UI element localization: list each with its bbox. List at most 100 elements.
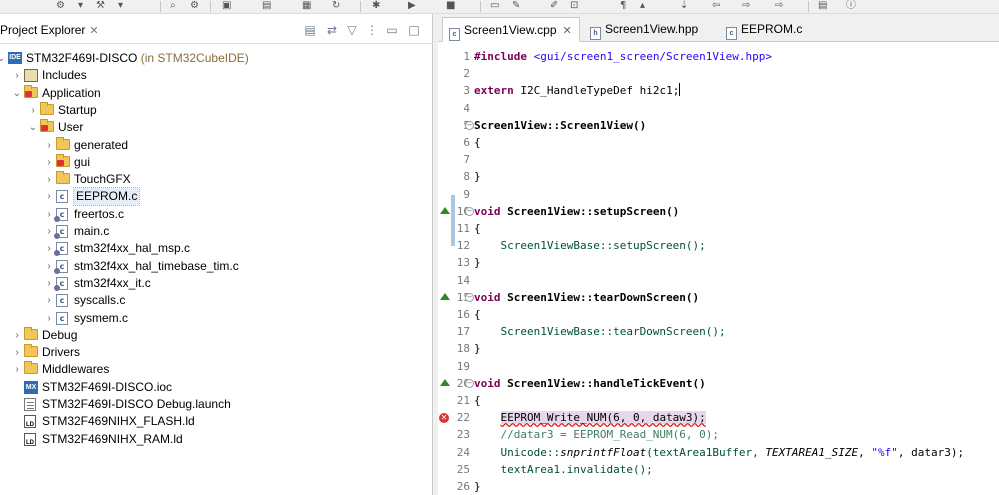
code-line[interactable]: Unicode::snprintfFloat(textArea1Buffer, … (474, 444, 964, 461)
tab-screen1view-cpp[interactable]: c Screen1View.cpp ✕ (442, 17, 580, 42)
chevron-right-icon[interactable]: › (12, 67, 22, 84)
refresh-icon[interactable]: ↻ (332, 0, 340, 12)
tab-project-explorer[interactable]: Project Explorer ✕ (0, 19, 99, 44)
chevron-right-icon[interactable]: › (44, 188, 54, 205)
code-line[interactable]: { (474, 220, 481, 237)
perspective-icon[interactable]: ▤ (818, 0, 827, 12)
tab-screen1view-hpp[interactable]: h Screen1View.hpp (584, 17, 714, 42)
code-line[interactable]: Screen1View::Screen1View() (474, 117, 646, 134)
tab-eeprom-c[interactable]: c EEPROM.c (720, 17, 830, 42)
forward-icon[interactable]: ⇨ (742, 0, 750, 12)
tree-item[interactable]: MX STM32F469I-DISCO.ioc (0, 379, 433, 396)
tree-item[interactable]: › c stm32f4xx_hal_msp.c (0, 240, 433, 257)
tree-item[interactable]: › c main.c (0, 223, 433, 240)
code-line[interactable]: void Screen1View::setupScreen() (474, 203, 679, 220)
editor-gutter[interactable]: 1234567891011121314151617181920212223242… (438, 42, 474, 495)
code-line[interactable]: Screen1ViewBase::setupScreen(); (474, 237, 705, 254)
pin-icon[interactable]: ¶ (620, 0, 626, 12)
folder-icon[interactable]: ▤ (262, 0, 271, 12)
build-icon[interactable]: ⚙ (56, 0, 65, 12)
chevron-right-icon[interactable]: › (44, 240, 54, 257)
collapse-all-icon[interactable]: ▤ (301, 21, 319, 39)
code-line[interactable]: //datar3 = EEPROM_Read_NUM(6, 0); (474, 426, 719, 443)
link-editor-icon[interactable]: ⇄ (323, 21, 341, 39)
code-line[interactable]: } (474, 478, 481, 495)
code-line[interactable]: } (474, 254, 481, 271)
chevron-right-icon[interactable]: › (44, 154, 54, 171)
chevron-down-icon[interactable]: ⌄ (12, 85, 22, 102)
search-icon[interactable]: ⌕ (170, 0, 176, 12)
tree-item[interactable]: › c stm32f4xx_it.c (0, 275, 433, 292)
code-line[interactable]: void Screen1View::handleTickEvent() (474, 375, 706, 392)
code-line[interactable]: extern I2C_HandleTypeDef hi2c1; (474, 82, 681, 99)
run-icon[interactable]: ▶ (408, 0, 416, 12)
maximize-icon[interactable]: □ (405, 21, 423, 39)
chevron-right-icon[interactable]: › (44, 258, 54, 275)
info-icon[interactable]: ⓘ (846, 0, 856, 12)
code-line[interactable]: { (474, 392, 481, 409)
next-annotation-icon[interactable]: ⇣ (680, 0, 688, 12)
tree-item[interactable]: › c freertos.c (0, 206, 433, 223)
tree-item[interactable]: › Drivers (0, 344, 433, 361)
chevron-right-icon[interactable]: › (44, 275, 54, 292)
tree-item[interactable]: ⌄ IDE STM32F469I-DISCO (in STM32CubeIDE) (0, 50, 433, 67)
code-line[interactable]: Screen1ViewBase::tearDownScreen(); (474, 323, 725, 340)
code-line[interactable]: { (474, 306, 481, 323)
fold-icon[interactable]: − (465, 120, 474, 130)
chevron-right-icon[interactable]: › (44, 137, 54, 154)
minimize-icon[interactable]: ▭ (383, 21, 401, 39)
override-marker-icon[interactable] (440, 292, 450, 300)
filter-icon[interactable]: ▽ (343, 21, 361, 39)
chevron-right-icon[interactable]: › (28, 102, 38, 119)
override-marker-icon[interactable] (440, 378, 450, 386)
close-icon[interactable]: ✕ (89, 25, 98, 37)
bookmark-icon[interactable]: ⊡ (570, 0, 578, 12)
tool-icon[interactable]: ✎ (512, 0, 520, 12)
back-icon[interactable]: ⇦ (712, 0, 720, 12)
tree-item[interactable]: › c stm32f4xx_hal_timebase_tim.c (0, 258, 433, 275)
tree-item[interactable]: LD STM32F469NIHX_FLASH.ld (0, 413, 433, 430)
override-marker-icon[interactable] (440, 206, 450, 214)
code-area[interactable]: #include <gui/screen1_screen/Screen1View… (474, 42, 999, 495)
chevron-down-icon[interactable]: ⌄ (28, 119, 38, 136)
tree-item[interactable]: STM32F469I-DISCO Debug.launch (0, 396, 433, 413)
chevron-down-icon[interactable]: ⌄ (0, 50, 6, 67)
fold-icon[interactable]: − (465, 206, 474, 216)
chevron-right-icon[interactable]: › (44, 292, 54, 309)
chevron-right-icon[interactable]: › (44, 206, 54, 223)
annotation-icon[interactable]: ▴ (640, 0, 645, 12)
fold-icon[interactable]: − (465, 292, 474, 302)
code-line[interactable]: } (474, 340, 481, 357)
code-line[interactable]: void Screen1View::tearDownScreen() (474, 289, 699, 306)
tree-item[interactable]: › gui (0, 153, 433, 171)
settings-icon[interactable]: ⚙ (190, 0, 199, 12)
hammer-icon[interactable]: ⚒ (96, 0, 105, 12)
highlight-icon[interactable]: ✐ (550, 0, 558, 12)
chevron-right-icon[interactable]: › (44, 310, 54, 327)
tree-item[interactable]: › TouchGFX (0, 171, 433, 188)
tree-item[interactable]: › generated (0, 136, 433, 154)
tree-item[interactable]: › Middlewares (0, 361, 433, 378)
chevron-down-icon[interactable]: ▾ (118, 0, 123, 12)
chevron-right-icon[interactable]: › (12, 327, 22, 344)
code-line[interactable]: textArea1.invalidate(); (474, 461, 652, 478)
tree-item[interactable]: › Includes (0, 67, 433, 84)
tree-item[interactable]: LD STM32F469NIHX_RAM.ld (0, 431, 433, 448)
tree-item[interactable]: › c EEPROM.c (0, 187, 433, 207)
debug-icon[interactable]: ✱ (372, 0, 380, 12)
code-line[interactable]: } (474, 168, 481, 185)
tree-item[interactable]: ⌄ User (0, 119, 433, 136)
tree-item[interactable]: › c sysmem.c (0, 310, 433, 327)
chevron-right-icon[interactable]: › (12, 361, 22, 378)
code-line[interactable]: { (474, 134, 481, 151)
tree-item[interactable]: ⌄ Application (0, 84, 433, 102)
chevron-right-icon[interactable]: › (12, 344, 22, 361)
chevron-right-icon[interactable]: › (44, 223, 54, 240)
file-icon[interactable]: ▦ (302, 0, 311, 12)
code-line[interactable]: #include <gui/screen1_screen/Screen1View… (474, 48, 772, 65)
close-icon[interactable]: ✕ (563, 25, 572, 37)
stop-icon[interactable]: ■ (446, 0, 455, 12)
chevron-down-icon[interactable]: ▾ (78, 0, 83, 12)
chevron-right-icon[interactable]: › (44, 171, 54, 188)
window-icon[interactable]: ▣ (222, 0, 231, 12)
